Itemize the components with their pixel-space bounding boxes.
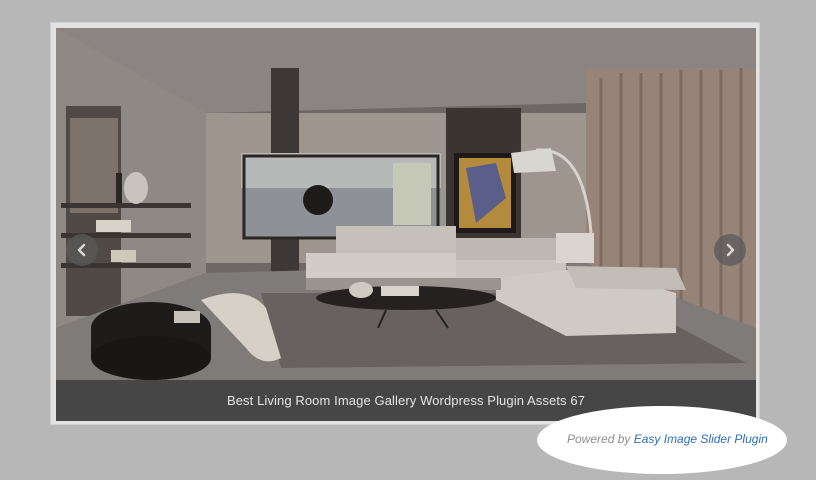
next-slide-button[interactable] — [714, 234, 746, 266]
slide: Best Living Room Image Gallery Wordpress… — [56, 28, 756, 421]
previous-slide-button[interactable] — [66, 234, 98, 266]
living-room-image — [56, 28, 756, 421]
image-slider: Best Living Room Image Gallery Wordpress… — [50, 22, 760, 425]
powered-by-credit: Powered by Easy Image Slider Plugin — [567, 432, 768, 446]
chevron-left-icon — [77, 243, 86, 257]
chevron-right-icon — [726, 243, 735, 257]
powered-by-prefix: Powered by — [567, 432, 631, 446]
plugin-link[interactable]: Easy Image Slider Plugin — [634, 432, 768, 446]
